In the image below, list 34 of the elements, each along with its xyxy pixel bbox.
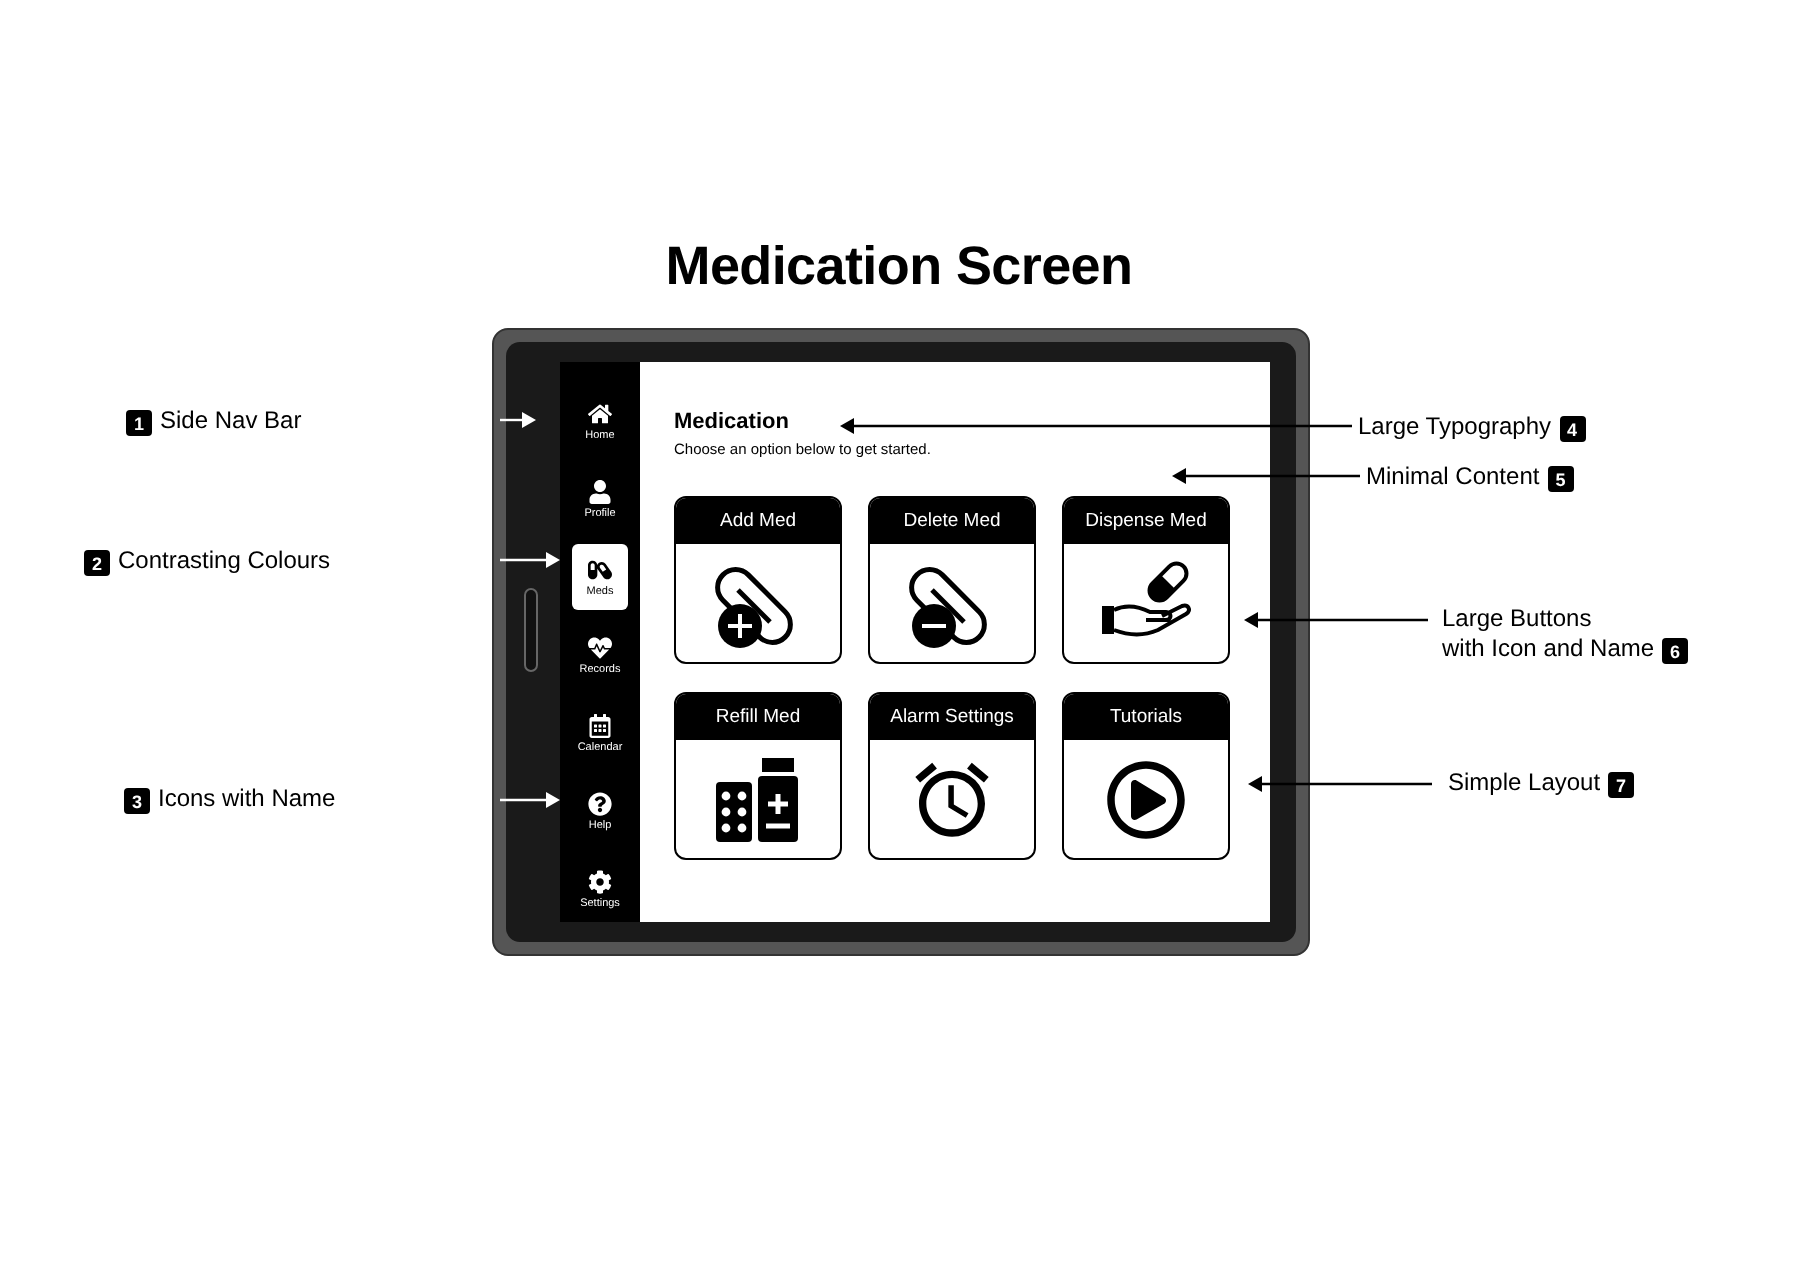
page-title: Medication Screen	[665, 236, 1133, 298]
help-icon	[588, 791, 612, 815]
callout-label: Large Buttons with Icon and Name	[1442, 604, 1655, 664]
option-card[interactable]: Alarm Settings	[868, 692, 1036, 860]
home-key	[524, 588, 538, 672]
screen-heading: Medication	[674, 410, 789, 434]
callout-label: Icons with Name	[158, 784, 336, 814]
calendar-icon	[588, 713, 612, 737]
callout-label: Large Typography	[1358, 412, 1552, 442]
callout-number: 2	[84, 550, 110, 576]
settings-icon	[588, 869, 612, 893]
heartbeat-icon	[588, 635, 612, 659]
play-icon	[1106, 759, 1186, 839]
callout-number: 3	[124, 788, 150, 814]
option-card[interactable]: Dispense Med	[1062, 496, 1230, 664]
option-card[interactable]: Refill Med	[674, 692, 842, 860]
option-card[interactable]: Add Med	[674, 496, 842, 664]
leader-arrow	[500, 552, 560, 568]
home-icon	[588, 401, 612, 425]
capsule-icon	[588, 557, 612, 581]
callout-label: Minimal Content	[1366, 462, 1540, 492]
callout-number: 7	[1608, 772, 1635, 798]
callout-label: Simple Layout	[1448, 768, 1601, 798]
option-card[interactable]: Tutorials	[1062, 692, 1230, 860]
callout-number: 1	[126, 410, 152, 436]
callout-number: 4	[1559, 416, 1586, 442]
callout-label: Contrasting Colours	[118, 546, 331, 576]
person-icon	[588, 479, 612, 503]
leader-arrow	[500, 792, 560, 808]
callout-number: 6	[1662, 638, 1689, 664]
callout-number: 5	[1547, 466, 1574, 492]
option-card[interactable]: Delete Med	[868, 496, 1036, 664]
callout-label: Side Nav Bar	[160, 406, 302, 436]
leader-arrow	[500, 412, 536, 428]
